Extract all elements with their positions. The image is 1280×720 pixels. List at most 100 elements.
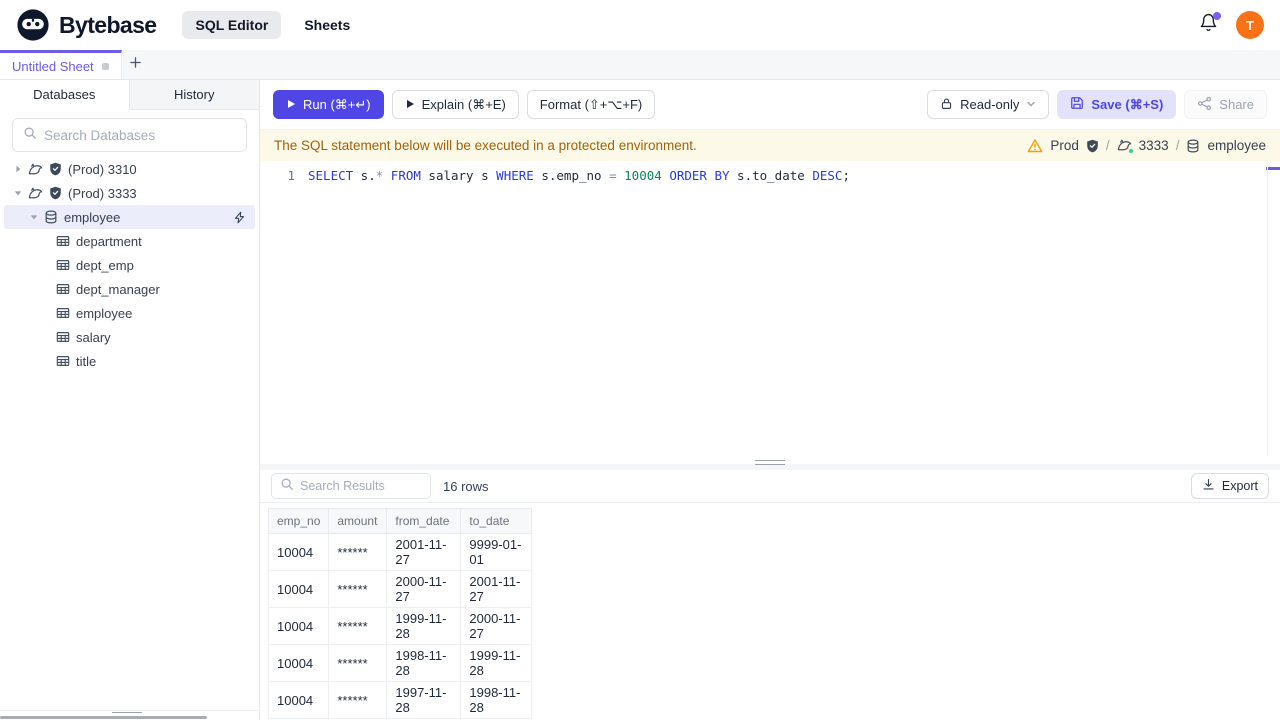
sidebar-horizontal-scrollbar[interactable] xyxy=(0,716,207,719)
table-cell: 1998-11-28 xyxy=(386,644,462,682)
new-sheet-button[interactable] xyxy=(122,50,150,79)
table-cell: ****** xyxy=(328,607,388,645)
tree-item-dept-manager[interactable]: dept_manager xyxy=(0,277,259,301)
bell-icon[interactable] xyxy=(1198,12,1221,35)
tab-untitled-sheet[interactable]: Untitled Sheet xyxy=(0,50,122,79)
results-search-input[interactable] xyxy=(300,479,422,493)
results-header-row: emp_no amount from_date to_date xyxy=(267,508,533,534)
table-cell: 10004 xyxy=(267,607,330,645)
tree-item-label: department xyxy=(76,233,142,249)
tree-item-label: dept_manager xyxy=(76,281,160,297)
database-tree: (Prod) 3310 (Prod) 3333 employee department… xyxy=(0,157,259,373)
nav-sql-editor[interactable]: SQL Editor xyxy=(182,11,282,39)
export-button-label: Export xyxy=(1221,479,1258,493)
table-icon xyxy=(56,354,70,368)
readonly-label: Read-only xyxy=(960,97,1020,112)
export-button[interactable]: Export xyxy=(1190,473,1269,499)
column-header-amount[interactable]: amount xyxy=(328,508,388,534)
table-cell: 10004 xyxy=(267,644,330,682)
database-label[interactable]: employee xyxy=(1207,138,1266,153)
table-icon xyxy=(56,330,70,344)
table-row[interactable]: 10004 ****** 2000-11-27 2001-11-27 xyxy=(267,570,533,608)
tree-item-title[interactable]: title xyxy=(0,349,259,373)
share-button-label: Share xyxy=(1219,97,1254,112)
chevron-right-icon[interactable] xyxy=(14,165,22,173)
format-button[interactable]: Format (⇧+⌥+F) xyxy=(526,90,656,119)
avatar[interactable]: T xyxy=(1236,11,1264,39)
tree-item-salary[interactable]: salary xyxy=(0,325,259,349)
search-icon xyxy=(23,126,37,145)
instance-label[interactable]: 3333 xyxy=(1139,138,1169,153)
table-cell: 1997-11-28 xyxy=(386,681,462,719)
shield-icon xyxy=(49,162,62,176)
table-cell: 2000-11-27 xyxy=(386,570,462,608)
tree-item-prod-3310[interactable]: (Prod) 3310 xyxy=(0,157,259,181)
table-cell: 1999-11-28 xyxy=(460,644,533,682)
run-button[interactable]: Run (⌘+↵) xyxy=(273,90,384,119)
table-icon xyxy=(56,306,70,320)
tree-item-label: (Prod) 3333 xyxy=(68,185,137,201)
table-cell: 1999-11-28 xyxy=(386,607,462,645)
topbar: Bytebase SQL Editor Sheets T xyxy=(0,0,1280,50)
chevron-down-icon[interactable] xyxy=(14,189,22,197)
tree-item-label: employee xyxy=(76,305,133,321)
nav-sheets[interactable]: Sheets xyxy=(291,11,363,39)
database-search-input[interactable] xyxy=(44,127,236,143)
table-row[interactable]: 10004 ****** 1997-11-28 1998-11-28 xyxy=(267,681,533,719)
unsaved-indicator xyxy=(101,62,109,70)
column-header-to_date[interactable]: to_date xyxy=(460,508,533,534)
table-row[interactable]: 10004 ****** 1999-11-28 2000-11-27 xyxy=(267,607,533,645)
chevron-down-icon xyxy=(1026,97,1036,112)
panel-splitter[interactable] xyxy=(260,455,1280,470)
save-button-label: Save (⌘+S) xyxy=(1091,96,1164,112)
table-cell: ****** xyxy=(328,570,388,608)
lock-icon xyxy=(940,97,953,113)
play-icon xyxy=(405,97,415,112)
share-icon xyxy=(1197,96,1212,114)
brand-name: Bytebase xyxy=(59,11,157,38)
results-header: 16 rows Export xyxy=(260,470,1280,503)
explain-button-label: Explain (⌘+E) xyxy=(421,96,506,112)
format-button-label: Format (⇧+⌥+F) xyxy=(539,96,643,112)
tree-item-employee[interactable]: employee xyxy=(4,205,255,229)
instance-link[interactable] xyxy=(1117,138,1134,154)
table-icon xyxy=(56,234,70,248)
results-table: emp_no amount from_date to_date 10004 ******… xyxy=(267,508,533,720)
breadcrumb-separator: / xyxy=(1175,138,1180,153)
shield-icon xyxy=(1086,139,1099,153)
tree-item-employee[interactable]: employee xyxy=(0,301,259,325)
table-cell: 10004 xyxy=(267,533,330,571)
results-search xyxy=(271,473,431,499)
database-icon xyxy=(1186,139,1200,153)
top-nav: SQL Editor Sheets xyxy=(182,11,363,39)
sidebar-resize-handle[interactable] xyxy=(0,710,259,720)
tree-item-dept-emp[interactable]: dept_emp xyxy=(0,253,259,277)
bolt-icon[interactable] xyxy=(233,211,246,224)
tab-history[interactable]: History xyxy=(129,80,259,110)
tree-item-label: salary xyxy=(76,329,111,345)
overview-ruler-mark xyxy=(1266,167,1280,170)
save-button[interactable]: Save (⌘+S) xyxy=(1057,90,1177,119)
tree-item-department[interactable]: department xyxy=(0,229,259,253)
tab-databases[interactable]: Databases xyxy=(0,80,130,110)
brand[interactable]: Bytebase xyxy=(16,8,157,42)
row-count: 16 rows xyxy=(443,478,489,494)
sidebar: Databases History (Prod) 3310 (Prod) 3333… xyxy=(0,80,260,720)
sql-editor[interactable]: 1 SELECT s.* FROM salary s WHERE s.emp_n… xyxy=(260,161,1280,455)
share-button[interactable]: Share xyxy=(1184,90,1267,119)
shield-icon xyxy=(49,186,62,200)
table-cell: 1998-11-28 xyxy=(460,681,533,719)
table-cell: 2001-11-27 xyxy=(386,533,462,571)
results-panel: 16 rows Export emp_noamountfrom_dateto_d… xyxy=(260,470,1280,720)
explain-button[interactable]: Explain (⌘+E) xyxy=(391,90,519,119)
tree-item-label: (Prod) 3310 xyxy=(68,161,137,177)
chevron-down-icon[interactable] xyxy=(30,213,38,221)
sheet-tab-label: Untitled Sheet xyxy=(12,58,94,74)
readonly-mode-select[interactable]: Read-only xyxy=(927,90,1050,119)
table-row[interactable]: 10004 ****** 2001-11-27 9999-01-01 xyxy=(267,533,533,571)
tree-item-prod-3333[interactable]: (Prod) 3333 xyxy=(0,181,259,205)
column-header-from_date[interactable]: from_date xyxy=(386,508,462,534)
column-header-emp_no[interactable]: emp_no xyxy=(267,508,330,534)
table-row[interactable]: 10004 ****** 1998-11-28 1999-11-28 xyxy=(267,644,533,682)
sidebar-tabs: Databases History xyxy=(0,80,259,110)
